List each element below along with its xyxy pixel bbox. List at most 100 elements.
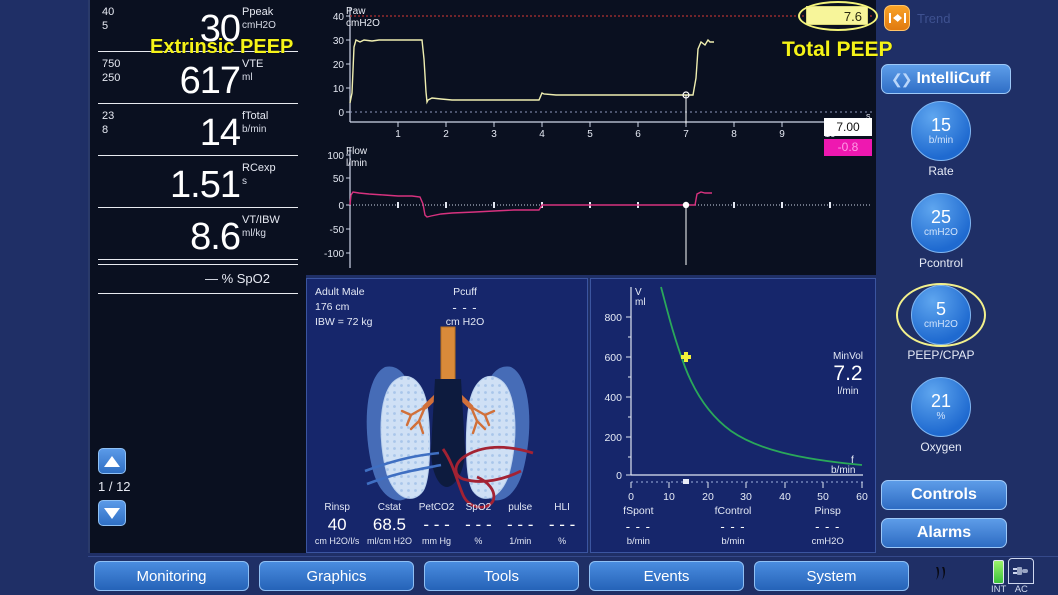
total-peep-annotation: Total PEEP [782,38,893,61]
numeric-values-panel: 40 5 30 Ppeak cmH2O 750 250 617 VTE ml 2… [88,0,306,553]
knob-pcontrol-caption: Pcontrol [918,256,964,270]
page-indicator: 1 / 12 [98,479,131,494]
svg-text:10: 10 [663,491,675,503]
knob-oxygen-dial[interactable]: 21 % [911,377,971,437]
chevron-down-icon [104,507,120,519]
vte-high-limit: 750 [102,58,121,70]
knob-pcontrol-unit: cmH2O [924,226,958,238]
stat-pinsp: Pinsp - - - cmH2O [780,503,875,549]
battery-label: INT [991,583,1007,595]
flow-title: Flow l/min [346,146,367,170]
nav-graphics[interactable]: Graphics [259,561,414,591]
minvol-chart-panel[interactable]: 800 600 400 200 0 V ml f b/min 0 10 20 30 40 5… [590,278,876,553]
stat-spo2: SpO2 - - - % [457,501,499,548]
knob-rate[interactable]: 15 b/min Rate [876,101,1006,178]
nav-events[interactable]: Events [589,561,744,591]
ac-plug-glyph [1013,566,1029,575]
knob-pcontrol-dial[interactable]: 25 cmH2O [911,193,971,253]
svg-text:-50: -50 [330,225,345,236]
controls-button[interactable]: Controls [881,480,1007,510]
rcexp-label: RCexp s [242,162,294,188]
alarms-button[interactable]: Alarms [881,518,1007,548]
minvol-unit: l/min [837,386,859,397]
petco2-title: PetCO2 [418,502,455,513]
fspont-value: - - - [625,519,651,534]
audio-pause-icon[interactable] [933,563,953,589]
svg-text:10: 10 [333,84,345,95]
pcuff-label: Pcuff [453,286,477,298]
minvol-value: 7.2 [833,362,863,385]
nav-monitoring[interactable]: Monitoring [94,561,249,591]
hli-unit: % [558,536,567,546]
svg-text:800: 800 [604,312,622,324]
pulse-title: pulse [508,502,533,513]
knob-peep-unit: cmH2O [924,318,958,330]
svg-text:0: 0 [338,108,344,119]
ac-label: AC [1014,583,1028,595]
ppeak-unit: cmH2O [242,20,276,31]
knob-oxygen-caption: Oxygen [920,440,962,454]
vtibw-label: VT/IBW ml/kg [242,214,294,240]
paw-svg: 4030 2010 0 123 456 789 10 [333,8,872,140]
ppeak-high-limit: 40 [102,6,115,18]
audio-pause-glyph [936,567,946,580]
cstat-value: 68.5 [372,515,407,534]
svg-text:2: 2 [443,129,449,140]
svg-text:50: 50 [333,174,345,185]
trend-button[interactable]: Trend [884,5,950,31]
svg-text:0: 0 [338,201,344,212]
battery-icon [993,559,1005,584]
rinsp-unit: cm H2O/l/s [314,536,360,546]
svg-text:7: 7 [683,129,689,140]
vtibw-unit: ml/kg [242,228,266,239]
numeric-row-vte[interactable]: 750 250 617 VTE ml [98,52,298,104]
ftotal-limits: 23 8 [102,109,114,137]
knob-peep-dial[interactable]: 5 cmH2O [911,285,971,345]
vte-label: VTE ml [242,58,294,84]
numeric-row-vtibw[interactable]: 8.6 VT/IBW ml/kg [98,208,298,260]
svg-text:40: 40 [333,12,345,23]
knob-peep-value: 5 [935,298,946,319]
spo2-title: SpO2 [465,502,492,513]
stat-petco2: PetCO2 - - - mm Hg [416,501,458,548]
svg-text:0: 0 [616,470,622,482]
knob-rate-value: 15 [930,114,952,135]
stat-rinsp: Rinsp 40 cm H2O/l/s [311,501,363,548]
paw-title: Paw cmH2O [346,6,380,30]
patient-info-panel[interactable]: Adult Male 176 cm IBW = 72 kg Pcuff - - … [306,278,588,553]
paw-waveform-chart[interactable]: Paw cmH2O 40 30 20 10 0 1 2 3 4 5 6 7 8 … [306,0,876,140]
numeric-row-spo2[interactable]: — % SpO2 [98,264,298,294]
svg-text:30: 30 [740,491,752,503]
page-down-button[interactable] [98,500,126,526]
nav-tools[interactable]: Tools [424,561,579,591]
vtibw-value: 8.6 [190,216,241,258]
rinsp-value: 40 [327,515,347,534]
nav-system[interactable]: System [754,561,909,591]
knob-peep-cpap[interactable]: 5 cmH2O PEEP/CPAP [876,285,1006,362]
flow-waveform-chart[interactable]: Flow l/min 100 50 0 -50 -100 [306,140,876,275]
ppeak-limits: 40 5 [102,5,114,33]
knob-oxygen[interactable]: 21 % Oxygen [876,377,1006,454]
stat-hli: HLI - - - % [541,501,583,548]
ac-plug-icon [1008,557,1035,584]
trend-icon [884,5,910,31]
fspont-unit: b/min [626,536,650,547]
flow-cursor-value: -0.8 [824,139,872,156]
numeric-row-ftotal[interactable]: 23 8 14 fTotal b/min [98,104,298,156]
pinsp-title: Pinsp [814,505,841,517]
chevron-up-icon [104,455,120,467]
knob-rate-dial[interactable]: 15 b/min [911,101,971,161]
vte-unit: ml [242,72,253,83]
stat-fspont: fSpont - - - b/min [591,503,686,549]
vtibw-label-text: VT/IBW [242,214,280,226]
svg-text:8: 8 [731,129,737,140]
numeric-row-rcexp[interactable]: 1.51 RCexp s [98,156,298,208]
page-up-button[interactable] [98,448,126,474]
knob-pcontrol[interactable]: 25 cmH2O Pcontrol [876,193,1006,270]
ftotal-label: fTotal b/min [242,110,294,136]
stat-fcontrol: fControl - - - b/min [686,503,781,549]
intellicuff-button[interactable]: ❮❯ IntelliCuff [881,64,1011,94]
intellicuff-label: IntelliCuff [916,70,991,87]
spo2-unit: % [474,536,483,546]
ac-indicator: AC [1008,557,1035,595]
